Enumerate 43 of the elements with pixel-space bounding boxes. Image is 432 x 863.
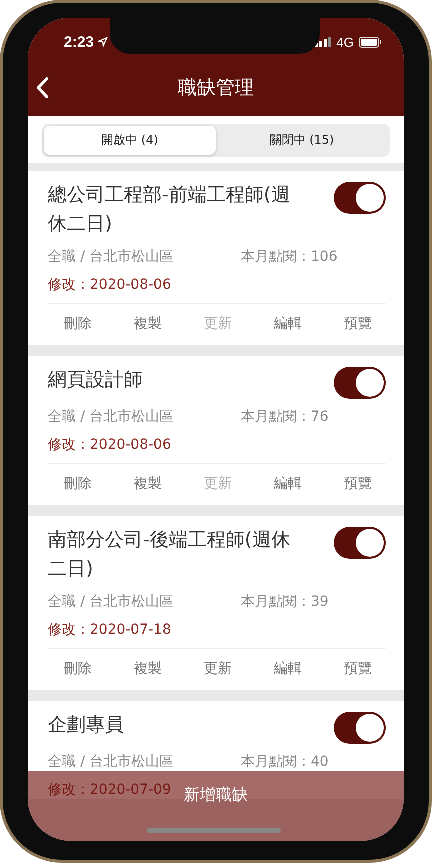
- action-button[interactable]: 刪除: [64, 313, 92, 335]
- signal-icon: [314, 37, 332, 47]
- job-type-location: 全職 / 台北市松山區: [48, 408, 175, 426]
- network-label: 4G: [336, 34, 354, 50]
- job-title: 企劃專員: [48, 713, 125, 738]
- battery-icon: [359, 36, 382, 48]
- action-button[interactable]: 複製: [134, 658, 162, 680]
- modified-date: 修改：2020-08-06: [48, 436, 172, 454]
- monthly-views: 本月點閱：40: [241, 753, 329, 771]
- action-button[interactable]: 編輯: [274, 658, 302, 680]
- action-button[interactable]: 複製: [134, 473, 162, 495]
- action-button[interactable]: 刪除: [64, 658, 92, 680]
- location-arrow-icon: [98, 37, 108, 47]
- job-title: 南部分公司-後端工程師(週休二日): [48, 528, 292, 582]
- monthly-views: 本月點閱：39: [241, 593, 329, 611]
- monthly-views: 本月點閱：106: [241, 248, 338, 266]
- action-button[interactable]: 預覽: [344, 313, 372, 335]
- toggle-switch[interactable]: [334, 712, 386, 744]
- action-button[interactable]: 刪除: [64, 473, 92, 495]
- action-button[interactable]: 預覽: [344, 658, 372, 680]
- action-button[interactable]: 編輯: [274, 313, 302, 335]
- action-button[interactable]: 編輯: [274, 473, 302, 495]
- modified-date: 修改：2020-07-09: [48, 781, 172, 799]
- tab[interactable]: 開啟中 (4): [44, 126, 216, 155]
- modified-date: 修改：2020-07-18: [48, 621, 172, 639]
- job-type-location: 全職 / 台北市松山區: [48, 753, 175, 771]
- tab[interactable]: 關閉中 (15): [216, 126, 388, 155]
- toggle-switch[interactable]: [334, 527, 386, 559]
- action-button[interactable]: 更新: [204, 658, 232, 680]
- job-title: 總公司工程部-前端工程師(週休二日): [48, 183, 292, 237]
- back-button[interactable]: [36, 77, 49, 99]
- toggle-switch[interactable]: [334, 182, 386, 214]
- monthly-views: 本月點閱：76: [241, 408, 329, 426]
- toggle-switch[interactable]: [334, 367, 386, 399]
- modified-date: 修改：2020-08-06: [48, 276, 172, 294]
- action-button[interactable]: 預覽: [344, 473, 372, 495]
- status-time: 2:23: [64, 34, 94, 50]
- page-title: 職缺管理: [178, 76, 254, 101]
- action-button[interactable]: 複製: [134, 313, 162, 335]
- job-type-location: 全職 / 台北市松山區: [48, 248, 175, 266]
- chevron-left-icon: [36, 77, 49, 99]
- job-title: 網頁設計師: [48, 368, 144, 393]
- job-type-location: 全職 / 台北市松山區: [48, 593, 175, 611]
